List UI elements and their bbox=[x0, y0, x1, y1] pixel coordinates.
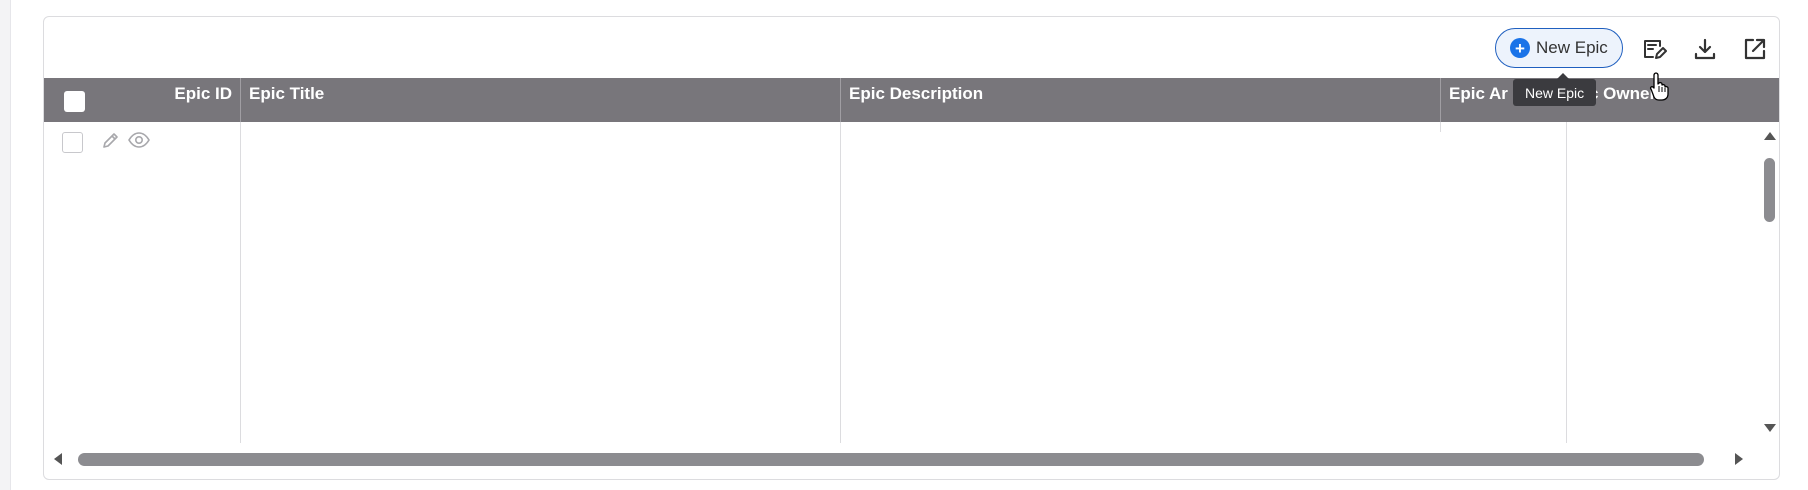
column-divider bbox=[240, 122, 241, 443]
pencil-icon[interactable] bbox=[101, 130, 121, 155]
vertical-scrollbar[interactable] bbox=[1757, 122, 1779, 444]
column-divider bbox=[1566, 122, 1567, 443]
left-sidebar-edge bbox=[0, 0, 11, 490]
new-epic-label: New Epic bbox=[1536, 38, 1608, 57]
scroll-up-arrow-icon[interactable] bbox=[1764, 132, 1776, 140]
tooltip-text: New Epic bbox=[1525, 84, 1585, 101]
scroll-down-arrow-icon[interactable] bbox=[1764, 424, 1776, 432]
table-body bbox=[44, 122, 1757, 443]
download-icon[interactable] bbox=[1692, 36, 1718, 62]
hand-cursor-icon bbox=[1649, 71, 1671, 106]
column-header-epic-description[interactable]: Epic Description bbox=[840, 78, 1440, 122]
select-all-checkbox[interactable] bbox=[64, 91, 85, 112]
column-header-epic-id[interactable]: Epic ID bbox=[99, 78, 240, 122]
open-external-icon[interactable] bbox=[1742, 36, 1768, 62]
new-epic-button[interactable]: + New Epic bbox=[1495, 28, 1623, 68]
scroll-left-arrow-icon[interactable] bbox=[54, 453, 62, 465]
column-divider bbox=[1440, 122, 1441, 132]
horizontal-scrollbar[interactable] bbox=[44, 445, 1781, 471]
epics-table-panel: + New Epic New Epic Epic ID Epic Title E… bbox=[43, 16, 1780, 480]
new-epic-tooltip: New Epic bbox=[1513, 73, 1597, 106]
row-checkbox[interactable] bbox=[62, 132, 83, 153]
column-divider bbox=[840, 122, 841, 443]
plus-circle-icon: + bbox=[1510, 38, 1530, 58]
scroll-right-arrow-icon[interactable] bbox=[1735, 453, 1743, 465]
edit-note-icon[interactable] bbox=[1641, 36, 1667, 62]
horizontal-scroll-thumb[interactable] bbox=[78, 453, 1704, 466]
column-header-epic-title[interactable]: Epic Title bbox=[240, 78, 840, 122]
eye-icon[interactable] bbox=[127, 130, 151, 155]
table-toolbar: + New Epic bbox=[44, 17, 1779, 78]
vertical-scroll-thumb[interactable] bbox=[1764, 158, 1775, 222]
